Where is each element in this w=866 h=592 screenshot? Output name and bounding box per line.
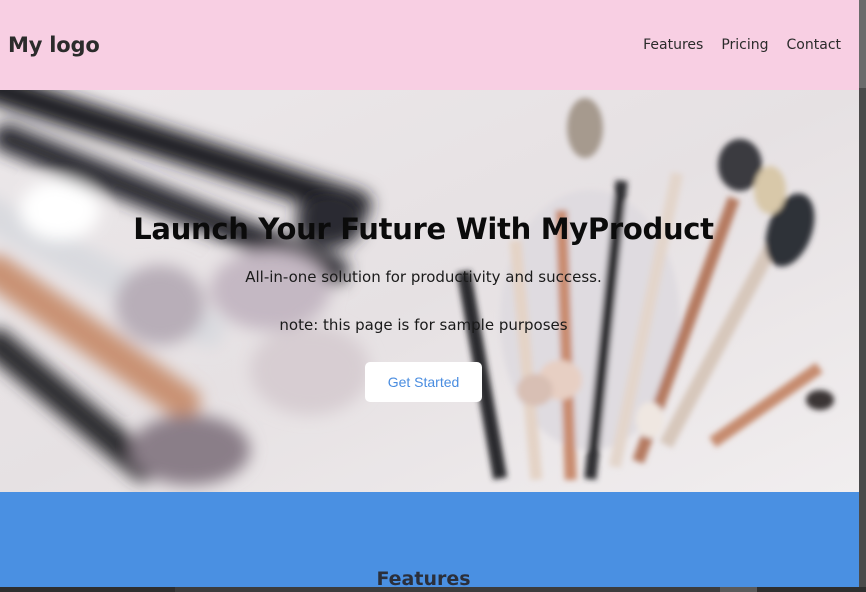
vertical-scrollbar[interactable] <box>859 0 866 592</box>
hero-section: Launch Your Future With MyProduct All-in… <box>0 90 859 492</box>
hero-content: Launch Your Future With MyProduct All-in… <box>0 90 859 492</box>
features-title: Features <box>376 568 471 587</box>
nav-link-features[interactable]: Features <box>643 37 703 53</box>
main-nav: Features Pricing Contact <box>643 37 841 53</box>
vertical-scrollbar-thumb[interactable] <box>859 0 866 88</box>
horizontal-scrollbar-track-segment[interactable] <box>175 587 720 592</box>
site-header: My logo Features Pricing Contact <box>0 0 859 90</box>
nav-link-contact[interactable]: Contact <box>787 37 841 53</box>
hero-title: Launch Your Future With MyProduct <box>133 212 714 246</box>
nav-link-pricing[interactable]: Pricing <box>721 37 768 53</box>
hero-subtitle: All-in-one solution for productivity and… <box>245 268 602 286</box>
hero-note: note: this page is for sample purposes <box>279 316 568 334</box>
get-started-button[interactable]: Get Started <box>365 362 482 402</box>
features-section: Features <box>0 492 859 587</box>
horizontal-scrollbar-thumb[interactable] <box>720 587 757 592</box>
page: My logo Features Pricing Contact Launch … <box>0 0 859 587</box>
logo[interactable]: My logo <box>8 33 100 57</box>
